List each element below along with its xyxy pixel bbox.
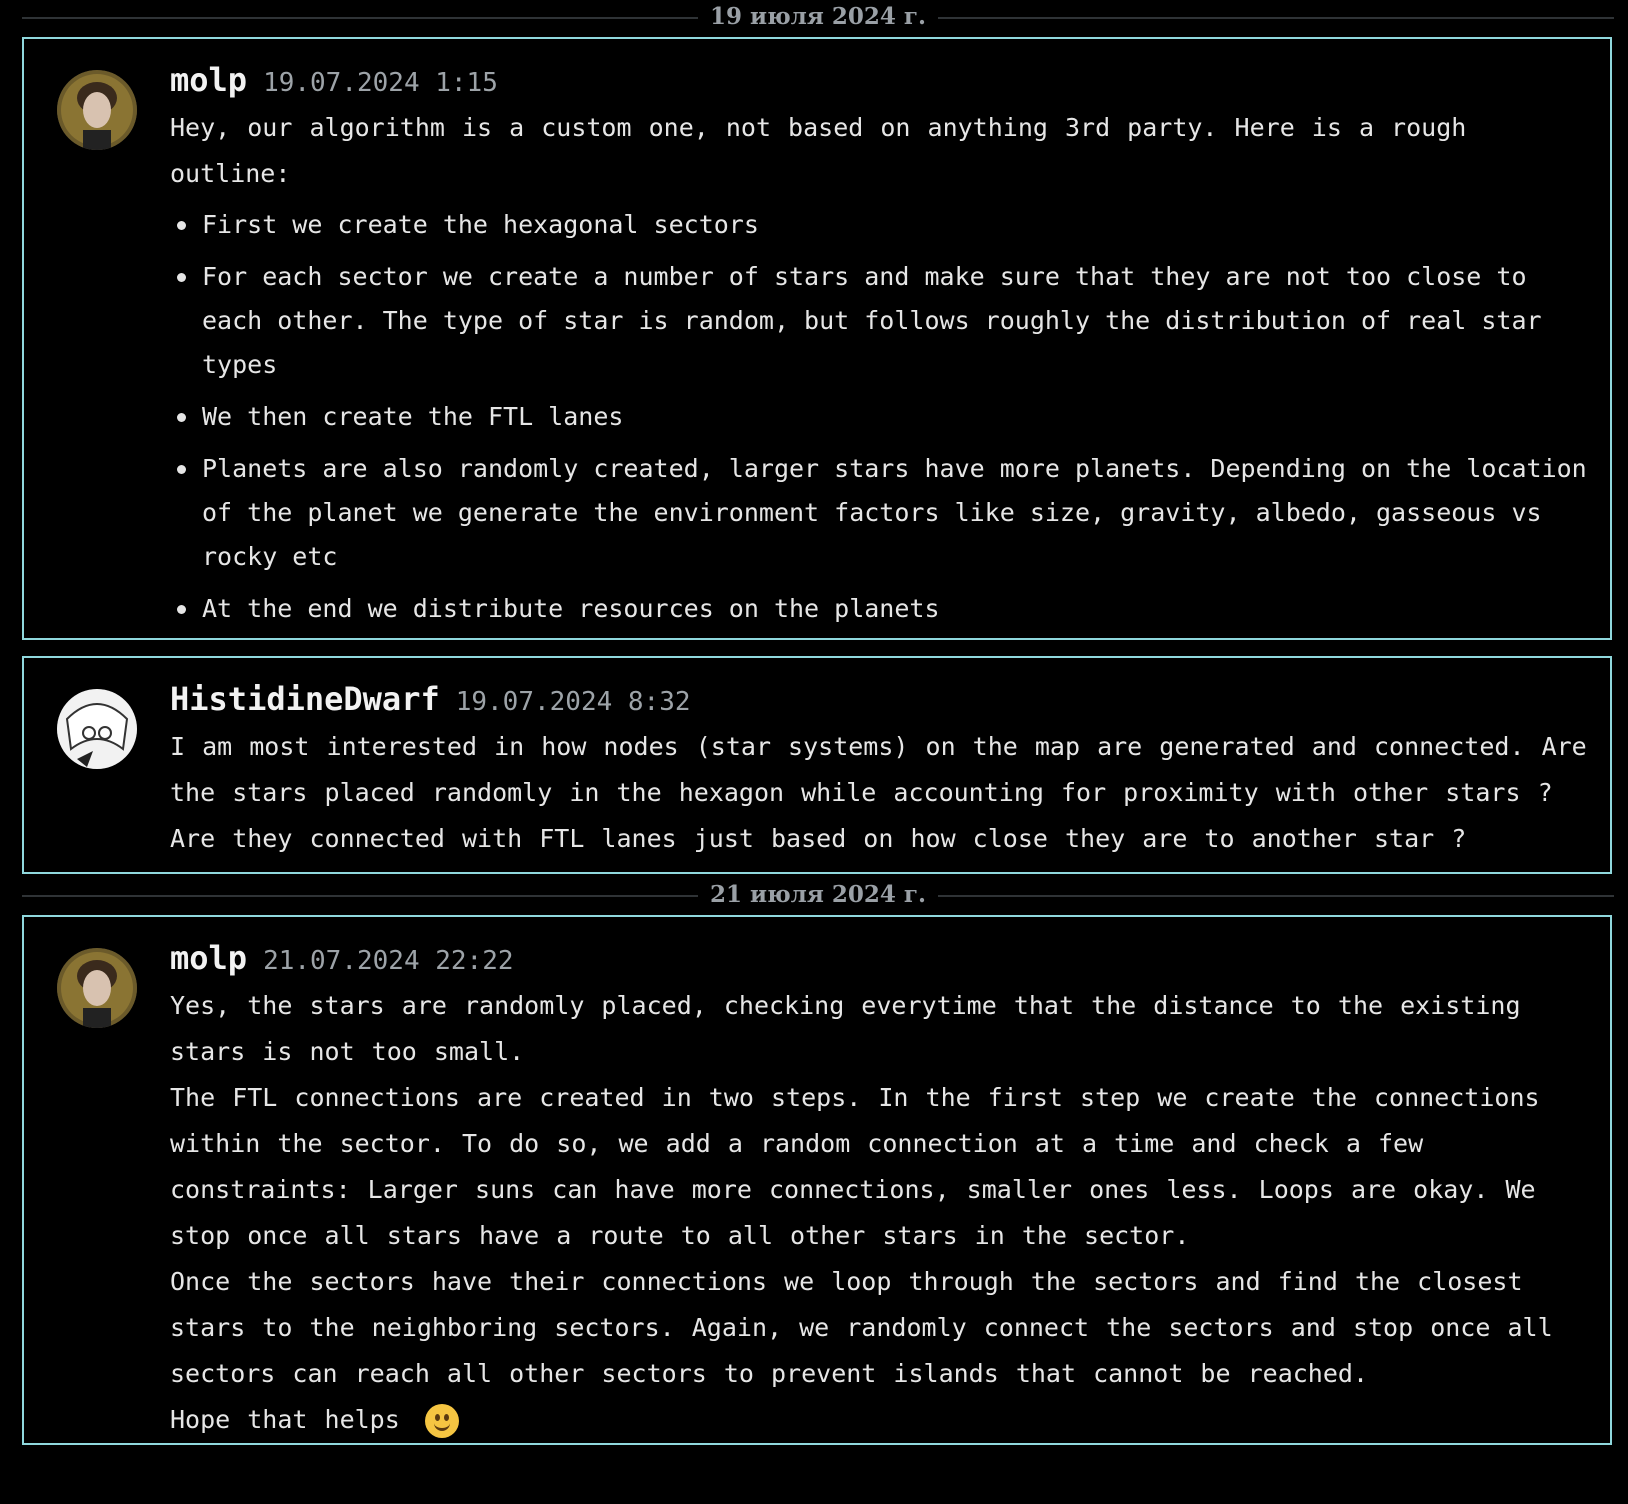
message-text: I am most interested in how nodes (star … <box>170 732 1587 853</box>
message-text: Hope that helps <box>170 1405 400 1434</box>
message-text: The FTL connections are created in two s… <box>170 1083 1540 1250</box>
list-item: For each sector we create a number of st… <box>170 255 1596 387</box>
author-name[interactable]: molp <box>170 61 247 99</box>
message-card: molp 21.07.2024 22:22 Yes, the stars are… <box>22 915 1612 1445</box>
date-divider: 21 июля 2024 г. <box>22 880 1614 910</box>
message-text: Once the sectors have their connections … <box>170 1267 1553 1388</box>
timestamp: 19.07.2024 1:15 <box>263 68 498 98</box>
list-item: We then create the FTL lanes <box>170 395 1596 439</box>
avatar[interactable] <box>57 948 137 1028</box>
bullet-list: First we create the hexagonal sectors Fo… <box>170 203 1596 631</box>
message-text-last: Hope that helps <box>170 1397 1596 1443</box>
date-label: 21 июля 2024 г. <box>698 880 938 910</box>
date-label: 19 июля 2024 г. <box>698 2 938 32</box>
list-item: Planets are also randomly created, large… <box>170 447 1596 579</box>
message-card: HistidineDwarf 19.07.2024 8:32 I am most… <box>22 656 1612 874</box>
avatar[interactable] <box>57 70 137 150</box>
list-item: At the end we distribute resources on th… <box>170 587 1596 631</box>
date-divider: 19 июля 2024 г. <box>22 2 1614 32</box>
message-card: molp 19.07.2024 1:15 Hey, our algorithm … <box>22 37 1612 640</box>
timestamp: 19.07.2024 8:32 <box>455 687 691 717</box>
avatar[interactable] <box>57 689 137 769</box>
timestamp: 21.07.2024 22:22 <box>263 946 514 976</box>
author-name[interactable]: molp <box>170 939 247 977</box>
author-name[interactable]: HistidineDwarf <box>170 680 440 718</box>
message-text: Hey, our algorithm is a custom one, not … <box>170 113 1467 188</box>
list-item: First we create the hexagonal sectors <box>170 203 1596 247</box>
message-text: Yes, the stars are randomly placed, chec… <box>170 991 1521 1066</box>
slightly-smiling-face-icon <box>424 1404 459 1438</box>
